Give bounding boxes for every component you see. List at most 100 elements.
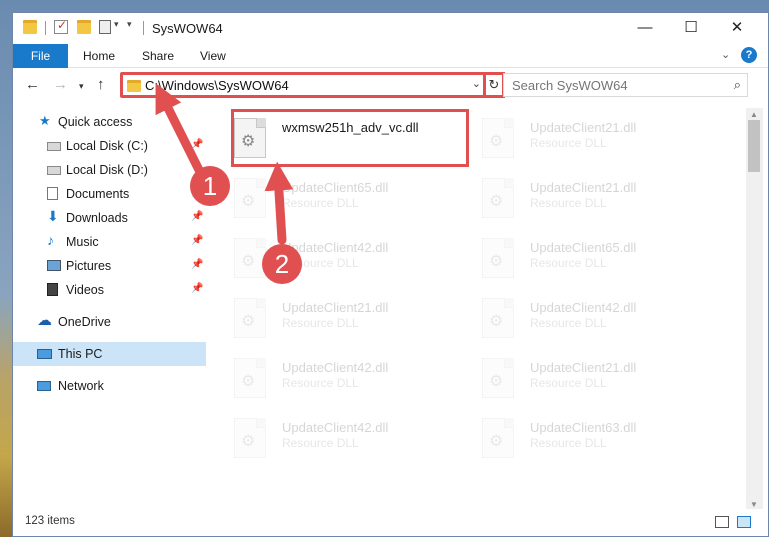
file-name: UpdateClient65.dll [282,180,389,195]
dll-file-icon: ⚙ [482,418,514,458]
dll-file-icon: ⚙ [482,178,514,218]
search-icon[interactable]: ⌕ [734,77,741,93]
dll-file-icon: ⚙ [482,118,514,158]
sidebar-item-label: Documents [66,187,130,201]
ribbon-expand-icon[interactable]: ⌄ [721,48,730,61]
dll-file-icon: ⚙ [482,238,514,278]
details-view-icon[interactable] [715,516,729,528]
file-name: UpdateClient21.dll [530,180,637,195]
sidebar-item-network[interactable]: Network [13,374,206,398]
gear-icon: ⚙ [489,373,504,390]
sidebar-item-label: Local Disk (C:) [66,139,148,153]
file-item[interactable]: ⚙ UpdateClient42.dll Resource DLL [208,234,448,290]
tab-view[interactable]: View [200,44,226,68]
file-item[interactable]: ⚙ UpdateClient21.dll Resource DLL [456,174,696,230]
pin-icon[interactable]: 📌 [191,259,203,270]
scrollbar-thumb[interactable] [748,120,760,172]
title-bar: ▾ ▾ SysWOW64 — ☐ ✕ [13,13,768,44]
sidebar-item-label: OneDrive [58,315,111,329]
gear-icon: ⚙ [241,313,256,330]
videos-icon [47,283,58,296]
vertical-scrollbar[interactable]: ▲ ▼ [746,108,763,511]
dll-file-icon: ⚙ [482,298,514,338]
file-item[interactable]: ⚙ UpdateClient21.dll Resource DLL [456,354,696,410]
file-item[interactable]: ⚙ UpdateClient21.dll Resource DLL [208,294,448,350]
file-item[interactable]: ⚙ UpdateClient63.dll Resource DLL [456,414,696,470]
dll-file-icon: ⚙ [234,238,266,278]
gear-icon: ⚙ [241,253,256,270]
sidebar-item-downloads[interactable]: ⬇ Downloads 📌 [13,206,206,230]
qa-more-icon[interactable]: ▾ [127,19,132,30]
sidebar-item-label: Videos [66,283,104,297]
file-name: UpdateClient42.dll [530,300,637,315]
file-name: UpdateClient21.dll [282,300,389,315]
drive-icon [47,142,61,151]
file-item[interactable]: ⚙ UpdateClient65.dll Resource DLL [456,234,696,290]
properties-check-icon[interactable] [54,18,68,34]
file-item[interactable]: ⚙ UpdateClient65.dll Resource DLL [208,174,448,230]
sidebar-item-label: Local Disk (D:) [66,163,148,177]
qa-dropdown-icon[interactable]: ▾ [114,19,119,30]
file-item[interactable]: ⚙ UpdateClient42.dll Resource DLL [208,354,448,410]
folder-icon [127,80,141,92]
address-bar[interactable]: C:\Windows\SysWOW64 ⌄ [120,72,490,98]
sidebar-item-music[interactable]: ♪ Music 📌 [13,230,206,254]
file-type: Resource DLL [530,196,607,210]
sidebar-item-pictures[interactable]: Pictures 📌 [13,254,206,278]
gear-icon: ⚙ [241,193,256,210]
recent-locations-icon[interactable]: ▾ [79,81,84,92]
sidebar-item-this-pc[interactable]: This PC [13,342,206,366]
window-title: SysWOW64 [152,21,223,36]
file-name: UpdateClient42.dll [282,360,389,375]
file-type: Resource DLL [282,316,359,330]
scroll-up-icon[interactable]: ▲ [750,110,758,119]
maximize-button[interactable]: ☐ [668,13,714,43]
search-box[interactable]: ⌕ [503,73,748,97]
file-item[interactable]: ⚙ UpdateClient42.dll Resource DLL [208,414,448,470]
pin-icon[interactable]: 📌 [191,283,203,294]
new-folder-icon[interactable] [77,20,91,34]
file-type: Resource DLL [282,376,359,390]
sidebar-item-local-disk-d[interactable]: Local Disk (D:) [13,158,206,182]
sidebar-item-local-disk-c[interactable]: Local Disk (C:) 📌 [13,134,206,158]
forward-arrow-icon[interactable]: → [53,76,68,93]
customize-toolbar-icon[interactable] [99,20,111,34]
file-highlight-box [231,109,469,167]
search-input[interactable] [512,77,712,93]
sidebar-item-videos[interactable]: Videos 📌 [13,278,206,302]
step-badge-1: 1 [190,166,230,206]
download-icon: ⬇ [47,208,59,224]
help-icon[interactable]: ? [741,47,757,63]
sidebar-item-documents[interactable]: Documents 📌 [13,182,206,206]
tab-share[interactable]: Share [142,44,174,68]
up-arrow-icon[interactable]: ↑ [97,76,105,93]
file-list: ⚙ wxmsw251h_adv_vc.dll ⚙ UpdateClient21.… [208,108,748,508]
sidebar-item-label: Quick access [58,115,133,129]
sidebar-item-label: Music [66,235,99,249]
tab-file[interactable]: File [13,44,68,68]
pictures-icon [47,260,61,271]
pin-icon[interactable]: 📌 [191,139,203,150]
scroll-down-icon[interactable]: ▼ [750,500,758,509]
back-arrow-icon[interactable]: ← [25,76,40,93]
sidebar-item-quick-access[interactable]: ★ Quick access [13,110,206,134]
refresh-button[interactable]: ↻ [483,72,505,98]
file-item[interactable]: ⚙ UpdateClient42.dll Resource DLL [456,294,696,350]
pin-icon[interactable]: 📌 [191,211,203,222]
network-icon [37,381,51,391]
minimize-button[interactable]: — [622,13,668,43]
dll-file-icon: ⚙ [234,418,266,458]
file-item[interactable]: ⚙ UpdateClient21.dll Resource DLL [456,114,696,170]
gear-icon: ⚙ [241,433,256,450]
chevron-down-icon[interactable]: ⌄ [472,77,481,90]
close-button[interactable]: ✕ [714,13,760,43]
tab-home[interactable]: Home [83,44,115,68]
file-type: Resource DLL [530,136,607,150]
explorer-window: ▾ ▾ SysWOW64 — ☐ ✕ File Home Share View … [12,12,769,537]
sidebar-item-onedrive[interactable]: ☁ OneDrive [13,310,206,334]
pin-icon[interactable]: 📌 [191,235,203,246]
step-badge-2: 2 [262,244,302,284]
sidebar-item-label: Network [58,379,104,393]
file-type: Resource DLL [530,436,607,450]
large-icons-view-icon[interactable] [737,516,751,528]
